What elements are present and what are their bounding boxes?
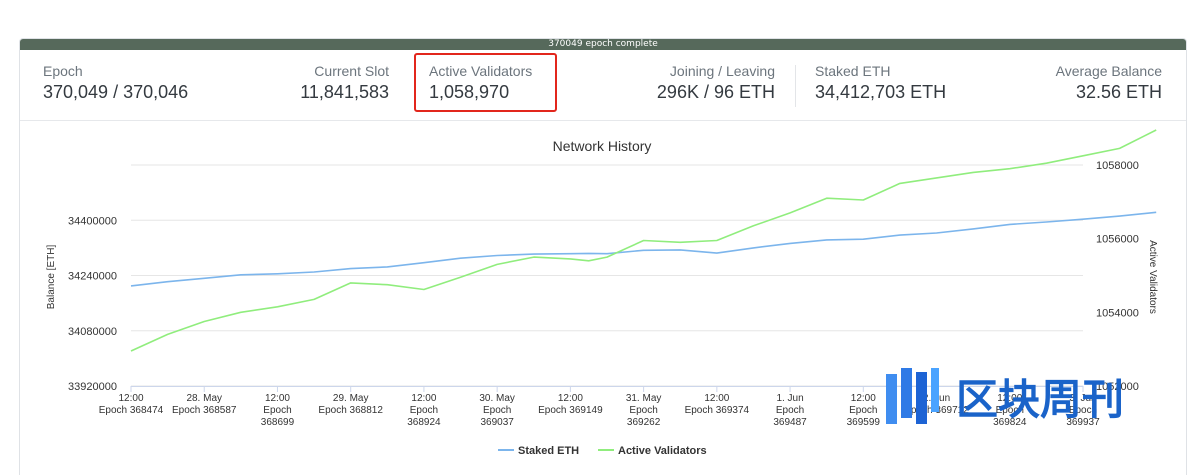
x-tick-label-line: 12:00 <box>851 393 876 404</box>
x-tick-label-line: Epoch <box>776 405 804 416</box>
x-tick-label-line: Epoch <box>629 405 657 416</box>
x-tick-label-line: 369262 <box>627 417 661 428</box>
y-axis-right: 1058000105600010540001052000 <box>1096 160 1139 393</box>
x-tick-label: 29. May Epoch 368812 <box>318 393 383 416</box>
x-tick-label-line: 369599 <box>847 417 881 428</box>
x-tick-label-line: 28. May <box>186 393 222 404</box>
x-tick-label-line: 369037 <box>480 417 514 428</box>
x-tick-label-line: 31. May <box>626 393 662 404</box>
x-tick-label: 28. May Epoch 368587 <box>172 393 237 416</box>
series-line-active-validators <box>130 129 1157 352</box>
x-tick-label-line: 12:00 <box>558 393 583 404</box>
x-tick-label-line: Epoch <box>263 405 291 416</box>
y-axis-left-title: Balance [ETH] <box>46 245 57 310</box>
x-tick-label-line: 12:00 <box>704 393 729 404</box>
y-tick-label-left: 34080000 <box>68 326 117 338</box>
y-tick-label-left: 33920000 <box>68 381 117 393</box>
y-tick-label-left: 34240000 <box>68 271 117 283</box>
y-tick-label-right: 1056000 <box>1096 234 1139 246</box>
y-axis-left: 34400000 34240000 34080000 33920000 <box>68 215 117 393</box>
x-tick-label: 30. May Epoch 369037 <box>479 393 515 428</box>
x-tick-label: 12:00 Epoch 368924 <box>407 393 441 428</box>
y-tick-label-left: 34400000 <box>68 215 117 227</box>
x-tick-label-line: Epoch 368587 <box>172 405 237 416</box>
x-tick-label: 12:00 Epoch 368474 <box>99 393 164 416</box>
legend-item-label: Staked ETH <box>518 445 579 457</box>
x-tick-label-line: 1. Jun <box>776 393 803 404</box>
y-tick-label-right: 1054000 <box>1096 307 1139 319</box>
x-tick-label-line: Epoch 369149 <box>538 405 603 416</box>
x-tick-label: 12:00 Epoch 369599 <box>847 393 881 428</box>
x-tick-label-line: Epoch 369374 <box>685 405 750 416</box>
y-tick-label-right: 1058000 <box>1096 160 1139 172</box>
chart-legend: Staked ETH Active Validators <box>498 445 707 457</box>
y-axis-right-title: Active Validators <box>1147 240 1158 314</box>
x-tick-label-line: Epoch 368474 <box>99 405 164 416</box>
x-tick-label-line: 29. May <box>333 393 369 404</box>
chart-title: Network History <box>553 138 652 154</box>
x-tick-label: 31. May Epoch 369262 <box>626 393 662 428</box>
x-tick-label-line: 12:00 <box>411 393 436 404</box>
x-tick-label-line: Epoch <box>410 405 438 416</box>
x-tick-label-line: 12:00 <box>118 393 143 404</box>
legend-item-label: Active Validators <box>618 445 707 457</box>
watermark-logo: 区块周刊 <box>886 368 1124 424</box>
chart-grid <box>131 164 1083 387</box>
x-tick-label: 1. Jun Epoch 369487 <box>773 393 807 428</box>
watermark-bars-icon <box>886 368 939 424</box>
x-tick-label-line: Epoch <box>483 405 511 416</box>
x-tick-label: 12:00 Epoch 369374 <box>685 393 750 416</box>
x-tick-label-line: Epoch <box>849 405 877 416</box>
x-tick-label-line: 369487 <box>773 417 807 428</box>
x-tick-label-line: 30. May <box>479 393 515 404</box>
x-tick-label: 12:00 Epoch 368699 <box>261 393 295 428</box>
series-line-staked-eth <box>130 211 1157 287</box>
x-tick-label-line: 368924 <box>407 417 441 428</box>
x-tick-label: 12:00 Epoch 369149 <box>538 393 603 416</box>
chart-series <box>130 129 1157 352</box>
watermark-text: 区块周刊 <box>956 375 1124 424</box>
x-tick-label-line: 12:00 <box>265 393 290 404</box>
x-tick-label-line: Epoch 368812 <box>318 405 383 416</box>
x-tick-label-line: 368699 <box>261 417 295 428</box>
